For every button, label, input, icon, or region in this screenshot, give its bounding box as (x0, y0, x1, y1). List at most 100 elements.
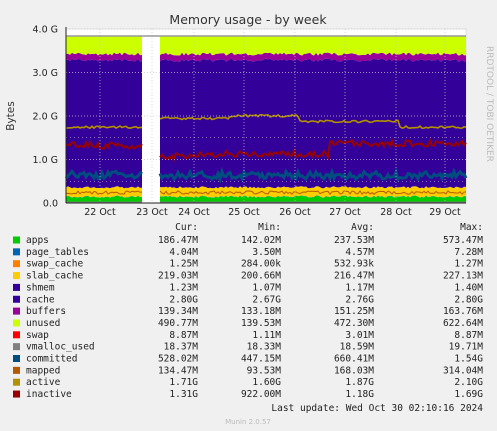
legend-swatch-swap (13, 331, 20, 339)
legend-cur-page_tables: 4.04M (169, 247, 198, 258)
legend-max-mapped: 314.04M (443, 365, 483, 376)
legend-max-committed: 1.54G (454, 354, 483, 365)
legend-label-shmem: shmem (26, 282, 55, 293)
x-tick-label: 26 Oct (279, 207, 311, 218)
legend-swatch-apps (13, 236, 20, 244)
legend-min-shmem: 1.07M (252, 282, 281, 293)
legend-cur-slab_cache: 219.03M (158, 271, 198, 282)
legend-min-swap: 1.11M (252, 330, 281, 341)
legend-swatch-buffers (13, 307, 20, 315)
cache-area-1 (66, 58, 142, 189)
unused-area-2 (160, 36, 466, 56)
legend-cur-mapped: 134.47M (158, 365, 198, 376)
x-tick-label: 29 Oct (429, 207, 461, 218)
memory-usage-chart: Memory usage - by week RRDTOOL / TOBI OE… (0, 0, 497, 431)
legend-avg-cache: 2.76G (345, 294, 374, 305)
legend-swatch-inactive (13, 390, 20, 398)
last-update-text: Last update: Wed Oct 30 02:10:16 2024 (271, 403, 483, 414)
x-tick-label: 28 Oct (380, 207, 412, 218)
y-axis-label: Bytes (5, 101, 17, 130)
legend-label-inactive: inactive (26, 389, 72, 400)
chart-title: Memory usage - by week (169, 12, 327, 27)
legend-cur-shmem: 1.23M (169, 282, 198, 293)
legend-avg-committed: 660.41M (334, 354, 374, 365)
y-tick-label: 3.0 G (33, 68, 59, 79)
legend-avg-mapped: 168.03M (334, 365, 374, 376)
legend-column-header: Min: (258, 222, 281, 233)
legend-min-inactive: 922.00M (241, 389, 281, 400)
legend-max-shmem: 1.40M (454, 282, 483, 293)
legend-swatch-swap_cache (13, 260, 20, 268)
legend-min-slab_cache: 200.66M (241, 271, 281, 282)
legend-label-committed: committed (26, 354, 77, 365)
legend-max-swap_cache: 1.27M (454, 259, 483, 270)
legend-column-header: Cur: (175, 222, 198, 233)
legend-cur-vmalloc_used: 18.37M (164, 342, 199, 353)
x-tick-label: 25 Oct (228, 207, 260, 218)
legend-max-vmalloc_used: 19.71M (449, 342, 484, 353)
x-tick-label: 23 Oct (136, 207, 168, 218)
legend-avg-shmem: 1.17M (345, 282, 374, 293)
legend-label-apps: apps (26, 235, 49, 246)
legend-max-unused: 622.64M (443, 318, 483, 329)
legend-column-header: Avg: (351, 222, 374, 233)
legend-avg-vmalloc_used: 18.59M (340, 342, 375, 353)
legend-min-page_tables: 3.50M (252, 247, 281, 258)
legend-swatch-shmem (13, 283, 20, 291)
legend-max-active: 2.10G (454, 377, 483, 388)
legend-min-active: 1.60G (252, 377, 281, 388)
legend-avg-slab_cache: 216.47M (334, 271, 374, 282)
legend-cur-swap_cache: 1.25M (169, 259, 198, 270)
legend-avg-page_tables: 4.57M (345, 247, 374, 258)
legend-swatch-page_tables (13, 248, 20, 256)
munin-footer: Munin 2.0.57 (225, 418, 271, 426)
legend-label-mapped: mapped (26, 365, 60, 376)
legend-max-cache: 2.80G (454, 294, 483, 305)
legend-label-vmalloc_used: vmalloc_used (26, 342, 95, 353)
legend-swatch-vmalloc_used (13, 343, 20, 351)
legend-cur-unused: 490.77M (158, 318, 198, 329)
legend-label-unused: unused (26, 318, 60, 329)
legend-label-cache: cache (26, 294, 55, 305)
legend-label-swap: swap (26, 330, 49, 341)
legend-max-swap: 8.87M (454, 330, 483, 341)
legend-avg-inactive: 1.18G (345, 389, 374, 400)
legend-min-committed: 447.15M (241, 354, 281, 365)
legend-avg-active: 1.87G (345, 377, 374, 388)
legend-column-header: Max: (460, 222, 483, 233)
legend-max-page_tables: 7.28M (454, 247, 483, 258)
legend-label-slab_cache: slab_cache (26, 271, 83, 282)
legend-label-page_tables: page_tables (26, 247, 89, 258)
unused-area-1 (66, 36, 142, 56)
legend-label-swap_cache: swap_cache (26, 259, 83, 270)
legend-avg-swap: 3.01M (345, 330, 374, 341)
legend-swatch-cache (13, 295, 20, 303)
y-tick-label: 1.0 G (33, 155, 59, 166)
legend-cur-active: 1.71G (169, 377, 198, 388)
legend-cur-apps: 186.47M (158, 235, 198, 246)
legend-cur-buffers: 139.34M (158, 306, 198, 317)
legend-swatch-slab_cache (13, 272, 20, 280)
legend-label-active: active (26, 377, 61, 388)
y-tick-label: 2.0 G (33, 112, 59, 123)
legend-swatch-unused (13, 319, 20, 327)
plot-layers (64, 36, 468, 204)
legend-label-buffers: buffers (26, 306, 66, 317)
legend-swatch-active (13, 378, 20, 386)
legend-min-vmalloc_used: 18.33M (247, 342, 282, 353)
legend-min-cache: 2.67G (252, 294, 281, 305)
x-tick-label: 24 Oct (178, 207, 210, 218)
rrdtool-credit: RRDTOOL / TOBI OETIKER (484, 46, 494, 162)
legend-min-unused: 139.53M (241, 318, 281, 329)
legend-max-inactive: 1.69G (454, 389, 483, 400)
legend-swatch-committed (13, 355, 20, 362)
legend-min-buffers: 133.18M (241, 306, 281, 317)
legend-min-swap_cache: 284.00k (241, 259, 281, 270)
y-tick-label: 4.0 G (33, 25, 59, 36)
y-tick-label: 0.0 (43, 199, 58, 210)
legend-min-apps: 142.02M (241, 235, 281, 246)
x-tick-label: 27 Oct (329, 207, 361, 218)
legend-avg-swap_cache: 532.93k (334, 259, 374, 270)
legend-swatch-mapped (13, 366, 20, 374)
legend-max-slab_cache: 227.13M (443, 271, 483, 282)
